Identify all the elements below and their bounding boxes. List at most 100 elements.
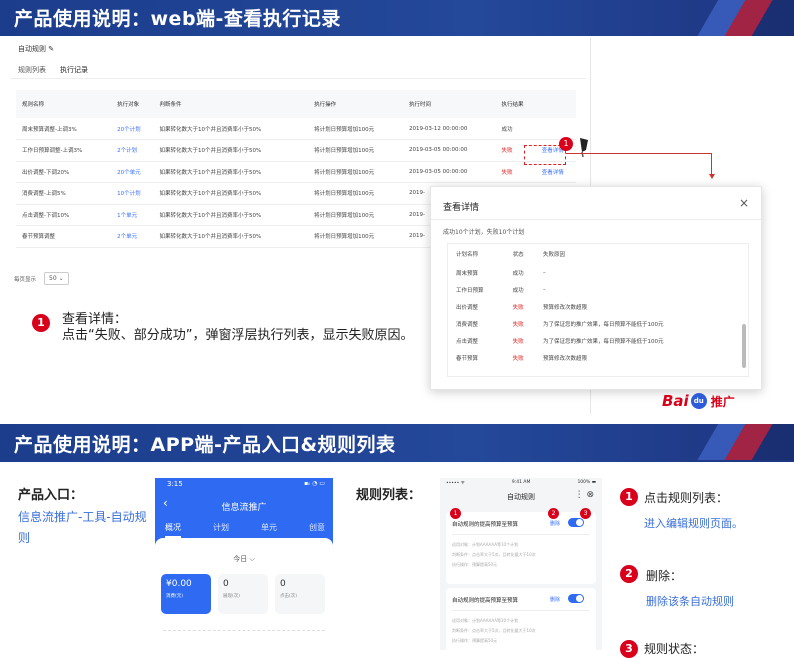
cell-target-link[interactable]: 20个单元 xyxy=(111,161,154,183)
status-bar: ••••• ᯤ 9:41 AM 100% ▬ xyxy=(440,480,602,486)
cell-operation: 将计划日预算增加100元 xyxy=(308,225,403,248)
tab-rule-list[interactable]: 规则列表 xyxy=(18,65,46,79)
col-header: 计划名称 xyxy=(448,244,505,264)
app-home-screen: 3:15 ▪ᵢₗ ◔ ▭ ‹ 信息流推广 概况 计划 单元 创意 今日 ⌵ ¥0… xyxy=(155,478,333,650)
col-header: 失败原因 xyxy=(534,244,740,264)
stat-value: 0 xyxy=(223,579,229,589)
cell-condition: 如果转化数大于10个并且消费率小于50% xyxy=(153,139,309,162)
cell-detail-link[interactable] xyxy=(535,118,576,140)
cell-target-link[interactable]: 10个计划 xyxy=(111,182,154,205)
failure-table: 计划名称 状态 失败原因 周末预算 成功 – 工作日预算 成功 – 出价调整 失败 预算修改… xyxy=(448,244,740,366)
col-header-empty xyxy=(535,90,576,118)
more-close-icons[interactable]: ⋮ ⊗ xyxy=(575,490,594,500)
stat-card-spend[interactable]: ¥0.00 消费(元) xyxy=(161,574,211,614)
cell-name: 春节预算 xyxy=(456,355,479,362)
status-time: 9:41 AM xyxy=(511,480,531,485)
table-row: 出价调整 失败 预算修改次数超限 xyxy=(448,298,740,315)
note-sub: 进入编辑规则页面。 xyxy=(644,517,743,530)
note-sub: 删除该条自动规则 xyxy=(646,595,734,608)
col-header: 状态 xyxy=(504,244,535,264)
step-marker: 2 xyxy=(548,508,559,519)
col-header: 规则名称 xyxy=(16,90,112,118)
cell-status: 成功 xyxy=(512,287,524,294)
stat-value: 0 xyxy=(280,579,286,589)
callout-body: 点击“失败、部分成功”，弹窗浮层执行列表，显示失败原因。 xyxy=(62,328,414,343)
tab-creative[interactable]: 创意 xyxy=(309,522,325,538)
tab-plan[interactable]: 计划 xyxy=(213,522,229,538)
cell-condition: 如果转化数大于10个并且消费率小于50% xyxy=(153,182,309,205)
cell-name: 消费调整 xyxy=(456,321,479,328)
cell-status: 失败 xyxy=(512,321,524,328)
app-tabs: 概况 计划 单元 创意 xyxy=(165,522,325,538)
stat-card-clicks[interactable]: 0 点击(次) xyxy=(275,574,325,614)
carrier: ••••• ᯤ xyxy=(446,481,465,486)
modal-title: 查看详情 xyxy=(443,203,480,213)
cell-name: 点击调整 xyxy=(456,338,479,345)
cell-reason: – xyxy=(542,286,546,293)
divider xyxy=(163,630,325,631)
rule-name: 自动规则的提高预算至预算 xyxy=(452,522,519,528)
close-icon[interactable]: × xyxy=(739,196,749,210)
rule-detail: 判断条件：点击率大于5次，且转化量大于10次 xyxy=(452,552,536,557)
rule-status-toggle[interactable] xyxy=(568,518,584,527)
per-page-select[interactable]: 50 ⌄ xyxy=(44,272,69,285)
stat-card-impressions[interactable]: 0 展现(次) xyxy=(218,574,268,614)
scrollbar[interactable] xyxy=(742,324,746,368)
cell-target-link[interactable]: 1个单元 xyxy=(111,204,154,226)
date-selector[interactable]: 今日 ⌵ xyxy=(155,554,333,564)
step-marker: 3 xyxy=(580,508,591,519)
modal-summary: 成功10个计划，失败10个计划 xyxy=(443,229,525,236)
banner-title: 产品使用说明：web端-查看执行记录 xyxy=(14,8,341,30)
divider xyxy=(10,78,586,79)
cell-target-link[interactable]: 2个单元 xyxy=(111,225,154,248)
rule-card[interactable]: 自动规则的提高预算至预算 删除 适用对象：计划AAAAAA等10个计划 判断条件… xyxy=(446,512,596,584)
note-number: 2 xyxy=(620,565,638,583)
cell-operation: 将计划日预算增加100元 xyxy=(308,182,403,205)
cell-name: 点击调整-下调10% xyxy=(16,204,112,226)
cell-result: 成功 xyxy=(495,118,536,140)
col-header: 执行时间 xyxy=(402,90,496,118)
battery-icon: 100% ▬ xyxy=(577,480,596,485)
cell-time: 2019-03-05 00:00:00 xyxy=(402,139,496,162)
cell-name: 出价调整 xyxy=(456,304,479,311)
delete-button[interactable]: 删除 xyxy=(550,596,560,603)
cell-reason: 预算修改次数超限 xyxy=(542,355,587,362)
divider xyxy=(431,219,761,220)
delete-button[interactable]: 删除 xyxy=(550,520,560,527)
modal-table-wrap[interactable]: 计划名称 状态 失败原因 周末预算 成功 – 工作日预算 成功 – 出价调整 失败 预算修改… xyxy=(447,243,749,377)
divider xyxy=(452,534,590,535)
baidu-logo: Bai du 推广 xyxy=(662,392,735,410)
table-row: 周末预算调整-上调3% 20个计划 如果转化数大于10个并且消费率小于50% 将… xyxy=(16,118,576,140)
rule-detail: 适用对象：计划AAAAAA等10个计划 xyxy=(452,542,519,547)
entry-path: 信息流推广-工具-自动规则 xyxy=(18,510,147,545)
table-row: 出价调整-下调20% 20个单元 如果转化数大于10个并且消费率小于50% 将计… xyxy=(16,161,576,183)
paw-icon: du xyxy=(690,393,707,409)
callout-title: 查看详情： xyxy=(62,312,128,327)
stat-label: 消费(元) xyxy=(166,594,184,599)
logo-text: Bai xyxy=(662,392,689,410)
banner-title: 产品使用说明：APP端-产品入口&规则列表 xyxy=(14,434,396,456)
tab-overview[interactable]: 概况 xyxy=(165,522,181,538)
edit-icon[interactable]: ✎ xyxy=(48,45,54,53)
step-marker: 1 xyxy=(559,137,573,151)
cell-name: 周末预算 xyxy=(456,270,479,277)
tab-execution-record[interactable]: 执行记录 xyxy=(60,65,88,79)
rule-detail: 判断条件：点击率大于5次，且转化量大于10次 xyxy=(452,628,536,633)
rule-card[interactable]: 自动规则的提高预算至预算 删除 适用对象：计划AAAAAA等10个计划 判断条件… xyxy=(446,588,596,650)
cell-name: 工作日预算调整-上调3% xyxy=(16,139,112,162)
connector-line xyxy=(566,153,712,175)
cell-status: 成功 xyxy=(512,270,524,277)
cell-target-link[interactable]: 2个计划 xyxy=(111,139,154,162)
col-header: 执行结果 xyxy=(495,90,536,118)
cell-target-link[interactable]: 20个计划 xyxy=(111,118,154,140)
pagination: 每页显示 50 ⌄ xyxy=(14,272,69,285)
cell-operation: 将计划日预算增加100元 xyxy=(308,204,403,226)
cell-operation: 将计划日预算增加100元 xyxy=(308,139,403,162)
col-header: 执行对象 xyxy=(111,90,154,118)
table-row: 点击调整 失败 为了保证您的推广效果，每日预算不能低于100元 xyxy=(448,332,740,349)
note-title: 删除： xyxy=(646,569,683,583)
note-title: 点击规则列表： xyxy=(644,491,729,505)
rule-detail: 执行操作：预算提高50元 xyxy=(452,638,498,643)
tab-unit[interactable]: 单元 xyxy=(261,522,277,538)
rule-status-toggle[interactable] xyxy=(568,594,584,603)
